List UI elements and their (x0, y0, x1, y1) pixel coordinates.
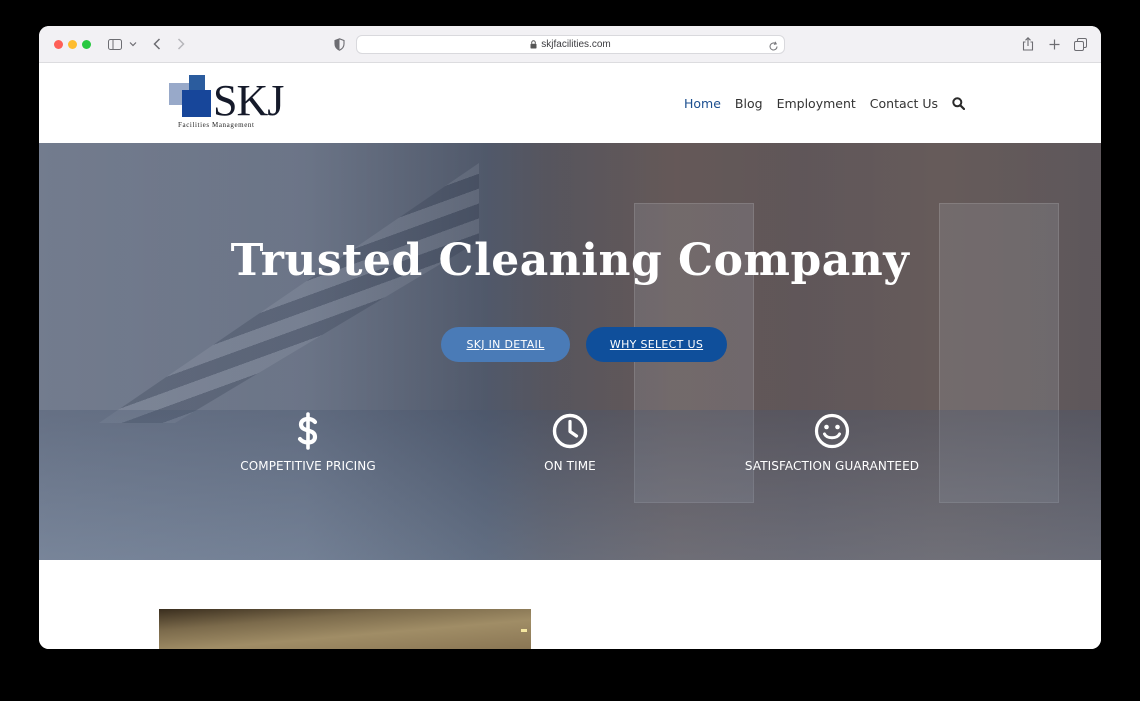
reload-icon[interactable] (768, 39, 779, 51)
hero-background-stairs (99, 163, 479, 423)
why-select-us-button[interactable]: WHY SELECT US (586, 327, 727, 362)
lock-icon (530, 40, 537, 49)
chevron-down-icon[interactable] (127, 34, 139, 54)
share-icon[interactable] (1021, 34, 1035, 54)
feature-satisfaction-guaranteed: SATISFACTION GUARANTEED (712, 411, 952, 473)
plus-icon[interactable] (1047, 34, 1061, 54)
back-arrow-icon[interactable] (150, 34, 164, 54)
nav-home[interactable]: Home (684, 96, 721, 111)
address-bar[interactable]: skjfacilities.com (356, 35, 785, 54)
nav-employment[interactable]: Employment (777, 96, 856, 111)
feature-label: ON TIME (544, 459, 596, 473)
feature-competitive-pricing: COMPETITIVE PRICING (188, 411, 428, 473)
logo-square-dark (182, 90, 211, 117)
skj-in-detail-button[interactable]: SKJ IN DETAIL (441, 327, 570, 362)
zoom-window-button[interactable] (82, 40, 91, 49)
main-nav: Home Blog Employment Contact Us (684, 93, 966, 113)
logo-square-small (189, 75, 205, 91)
feature-label: COMPETITIVE PRICING (240, 459, 376, 473)
forward-arrow-icon[interactable] (174, 34, 188, 54)
minimize-window-button[interactable] (68, 40, 77, 49)
browser-window: skjfacilities.com SKJ Facilities Managem… (39, 26, 1101, 649)
url-text: skjfacilities.com (541, 39, 611, 50)
office-photo (159, 609, 531, 649)
search-icon[interactable] (952, 96, 966, 110)
dollar-icon (188, 411, 428, 451)
feature-on-time: ON TIME (450, 411, 690, 473)
hero-section: Trusted Cleaning Company SKJ IN DETAIL W… (39, 143, 1101, 560)
nav-contact-us[interactable]: Contact Us (870, 96, 938, 111)
tab-overview-icon[interactable] (1073, 34, 1087, 54)
hero-title: Trusted Cleaning Company (230, 235, 910, 286)
nav-blog[interactable]: Blog (735, 96, 763, 111)
privacy-shield-icon[interactable] (331, 34, 347, 54)
feature-label: SATISFACTION GUARANTEED (744, 459, 920, 473)
close-window-button[interactable] (54, 40, 63, 49)
skj-logo[interactable]: SKJ Facilities Management (169, 75, 289, 133)
logo-tagline: Facilities Management (178, 121, 255, 129)
logo-letters: SKJ (213, 76, 284, 125)
clock-icon (450, 411, 690, 451)
sidebar-toggle-icon[interactable] (107, 34, 123, 54)
site-header: SKJ Facilities Management Home Blog Empl… (39, 63, 1101, 143)
browser-toolbar: skjfacilities.com (39, 26, 1101, 63)
content-section (39, 560, 1101, 649)
smiley-icon (712, 411, 952, 451)
